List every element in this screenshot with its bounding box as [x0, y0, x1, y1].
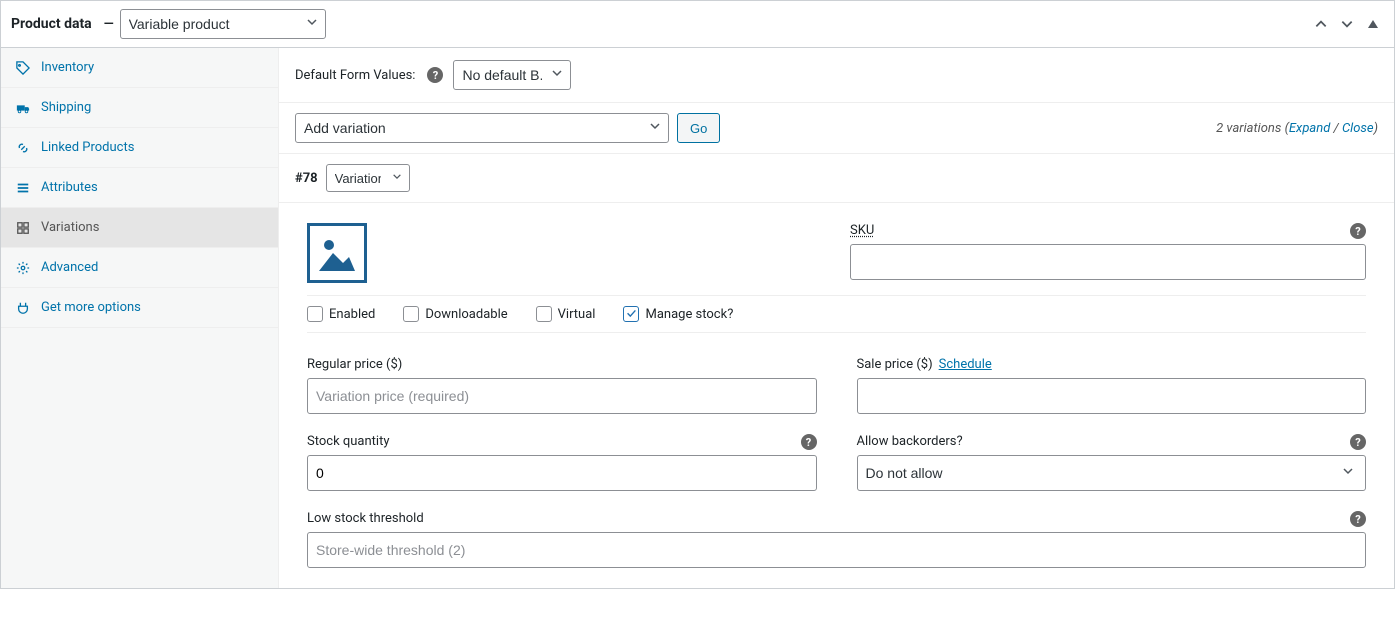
- go-button[interactable]: Go: [677, 113, 720, 143]
- downloadable-label: Downloadable: [425, 307, 507, 322]
- plug-icon: [15, 301, 31, 315]
- variation-checkboxes-row: Enabled Downloadable Virtual ✓ Manage st…: [307, 295, 1366, 333]
- variation-action-select-wrap: Add variation: [295, 113, 669, 143]
- allow-backorders-field: Allow backorders? ? Do not allow: [857, 434, 1367, 491]
- help-icon[interactable]: ?: [1350, 511, 1366, 527]
- variation-attr-select[interactable]: Variation: [326, 164, 410, 192]
- product-type-select[interactable]: Variable product: [120, 9, 326, 39]
- sidebar: Inventory Shipping Linked Products Attri…: [1, 48, 279, 588]
- schedule-link[interactable]: Schedule: [939, 357, 992, 372]
- allow-backorders-label: Allow backorders?: [857, 434, 1367, 449]
- virtual-checkbox-wrap[interactable]: Virtual: [536, 306, 596, 322]
- product-data-panel: Product data — Variable product: [0, 0, 1395, 589]
- main-content: Default Form Values: ? No default B... A…: [279, 48, 1394, 588]
- low-stock-threshold-input[interactable]: [307, 532, 1366, 568]
- sidebar-item-linked-products[interactable]: Linked Products: [1, 128, 278, 168]
- manage-stock-checkbox[interactable]: ✓: [623, 306, 639, 322]
- variations-meta: 2 variations (Expand / Close): [1216, 121, 1378, 136]
- stock-quantity-field: Stock quantity ?: [307, 434, 817, 491]
- virtual-label: Virtual: [558, 307, 596, 322]
- enabled-label: Enabled: [329, 307, 375, 322]
- panel-toggle-button[interactable]: [1362, 13, 1384, 35]
- default-form-select-wrap: No default B...: [453, 60, 571, 90]
- sidebar-item-shipping[interactable]: Shipping: [1, 88, 278, 128]
- sidebar-item-label: Linked Products: [41, 140, 134, 155]
- close-link[interactable]: Close: [1342, 121, 1374, 136]
- variation-attr-select-wrap: Variation: [326, 164, 410, 192]
- sku-field-wrap: SKU ?: [850, 223, 1366, 283]
- sidebar-item-get-more-options[interactable]: Get more options: [1, 288, 278, 328]
- title-dash: —: [104, 17, 114, 32]
- variation-top-row: SKU ?: [307, 223, 1366, 283]
- product-type-select-wrap: Variable product: [120, 9, 326, 39]
- sale-price-label: Sale price ($): [857, 357, 933, 372]
- sale-price-field: Sale price ($) Schedule: [857, 357, 1367, 414]
- sidebar-item-label: Shipping: [41, 100, 91, 115]
- default-form-select[interactable]: No default B...: [453, 60, 571, 90]
- allow-backorders-select-wrap: Do not allow: [857, 455, 1367, 491]
- panel-body: Inventory Shipping Linked Products Attri…: [1, 48, 1394, 588]
- variation-form-grid: Regular price ($) Sale price ($) Schedul…: [307, 357, 1366, 568]
- sale-price-input[interactable]: [857, 378, 1367, 414]
- panel-collapse-up-button[interactable]: [1310, 13, 1332, 35]
- expand-link[interactable]: Expand: [1289, 121, 1330, 136]
- stock-quantity-input[interactable]: [307, 455, 817, 491]
- sidebar-item-label: Inventory: [41, 60, 94, 75]
- downloadable-checkbox-wrap[interactable]: Downloadable: [403, 306, 507, 322]
- sidebar-item-label: Advanced: [41, 260, 98, 275]
- downloadable-checkbox[interactable]: [403, 306, 419, 322]
- sku-label: SKU: [850, 223, 1366, 238]
- allow-backorders-select[interactable]: Do not allow: [857, 455, 1367, 491]
- sidebar-item-label: Variations: [41, 220, 99, 235]
- sidebar-item-inventory[interactable]: Inventory: [1, 48, 278, 88]
- sidebar-item-advanced[interactable]: Advanced: [1, 248, 278, 288]
- default-form-values-row: Default Form Values: ? No default B...: [279, 48, 1394, 103]
- help-icon[interactable]: ?: [801, 434, 817, 450]
- manage-stock-label: Manage stock?: [645, 307, 733, 322]
- low-stock-threshold-label: Low stock threshold: [307, 511, 1366, 526]
- stock-quantity-label: Stock quantity: [307, 434, 817, 449]
- enabled-checkbox[interactable]: [307, 306, 323, 322]
- variations-count: 2 variations: [1216, 121, 1281, 136]
- help-icon[interactable]: ?: [1350, 223, 1366, 239]
- manage-stock-checkbox-wrap[interactable]: ✓ Manage stock?: [623, 306, 733, 322]
- panel-collapse-down-button[interactable]: [1336, 13, 1358, 35]
- help-icon[interactable]: ?: [1350, 434, 1366, 450]
- variation-image-picker[interactable]: [307, 223, 367, 283]
- low-stock-threshold-field: Low stock threshold ?: [307, 511, 1366, 568]
- regular-price-input[interactable]: [307, 378, 817, 414]
- grid-icon: [15, 221, 31, 235]
- regular-price-field: Regular price ($): [307, 357, 817, 414]
- variation-id: #78: [295, 171, 318, 186]
- help-icon[interactable]: ?: [427, 67, 443, 83]
- link-icon: [15, 141, 31, 155]
- sidebar-item-attributes[interactable]: Attributes: [1, 168, 278, 208]
- regular-price-label: Regular price ($): [307, 357, 817, 372]
- list-icon: [15, 181, 31, 195]
- virtual-checkbox[interactable]: [536, 306, 552, 322]
- variation-action-row: Add variation Go 2 variations (Expand / …: [279, 103, 1394, 154]
- variation-action-select[interactable]: Add variation: [295, 113, 669, 143]
- panel-title: Product data: [11, 16, 92, 32]
- image-placeholder-icon: [315, 231, 359, 275]
- sale-price-label-row: Sale price ($) Schedule: [857, 357, 1367, 372]
- truck-icon: [15, 101, 31, 115]
- sku-input[interactable]: [850, 244, 1366, 280]
- gear-icon: [15, 261, 31, 275]
- tag-icon: [15, 61, 31, 75]
- sidebar-item-label: Attributes: [41, 180, 98, 195]
- sidebar-item-label: Get more options: [41, 300, 141, 315]
- panel-header: Product data — Variable product: [1, 1, 1394, 48]
- sidebar-item-variations[interactable]: Variations: [1, 208, 278, 248]
- variation-body: SKU ? Enabled Downloadable: [279, 203, 1394, 588]
- variation-header[interactable]: #78 Variation: [279, 154, 1394, 203]
- default-form-label: Default Form Values:: [295, 68, 415, 83]
- panel-header-actions: [1310, 13, 1384, 35]
- check-icon: ✓: [627, 308, 636, 321]
- enabled-checkbox-wrap[interactable]: Enabled: [307, 306, 375, 322]
